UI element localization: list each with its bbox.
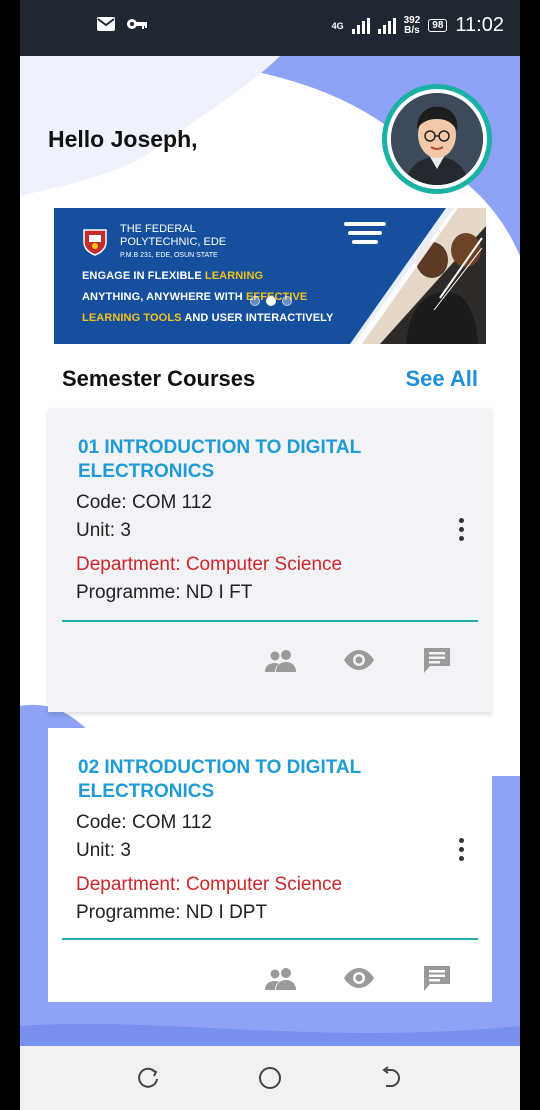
tagline-highlight: LEARNING TOOLS — [82, 312, 182, 324]
eye-icon — [344, 650, 374, 670]
view-button[interactable] — [342, 964, 376, 992]
network-type: 4G — [331, 20, 344, 31]
tagline-text: AND USER INTERACTIVELY — [181, 312, 334, 324]
tagline-text: ENGAGE IN FLEXIBLE — [82, 270, 205, 282]
status-bar: 4G 392 B/s 98 11:02 — [20, 0, 520, 56]
tagline-text: ANYTHING, ANYWHERE WITH — [82, 291, 246, 303]
key-icon — [127, 19, 147, 29]
more-options-icon[interactable] — [456, 838, 466, 866]
course-unit: Unit: 3 — [76, 520, 131, 541]
signal-icon — [351, 17, 370, 34]
course-programme: Programme: ND I FT — [76, 582, 253, 603]
carousel-dot[interactable] — [250, 296, 260, 306]
battery-level: 98 — [432, 20, 444, 31]
course-unit: Unit: 3 — [76, 840, 131, 861]
divider — [62, 938, 478, 940]
signal-icon — [377, 17, 396, 34]
school-name-line2: POLYTECHNIC, EDE — [120, 236, 227, 248]
avatar[interactable] — [382, 84, 492, 194]
recent-apps-icon — [138, 1067, 158, 1088]
course-card[interactable]: 01 INTRODUCTION TO DIGITAL ELECTRONICS C… — [48, 408, 492, 712]
more-options-icon[interactable] — [456, 518, 466, 546]
course-department: Department: Computer Science — [76, 554, 343, 575]
course-code: Code: COM 112 — [76, 492, 212, 513]
search-button[interactable] — [326, 120, 366, 160]
carousel-dot-active[interactable] — [266, 296, 276, 306]
home-button[interactable] — [256, 1064, 284, 1092]
course-code: Code: COM 112 — [76, 812, 212, 833]
avatar-illustration-icon — [391, 93, 483, 185]
comments-button[interactable] — [420, 964, 454, 992]
school-name-line1: THE FEDERAL — [120, 223, 196, 235]
eye-icon — [344, 968, 374, 988]
course-department: Department: Computer Science — [76, 874, 343, 895]
chat-icon — [424, 648, 450, 673]
view-button[interactable] — [342, 646, 376, 674]
back-icon — [382, 1066, 400, 1087]
chat-icon — [424, 966, 450, 991]
people-icon — [265, 650, 296, 672]
search-icon — [332, 126, 361, 155]
network-speed-unit: B/s — [404, 24, 420, 36]
back-button[interactable] — [376, 1064, 404, 1092]
school-name: THE FEDERAL POLYTECHNIC, EDE P.M.B 231, … — [120, 223, 226, 262]
section-title: Semester Courses — [62, 366, 256, 391]
course-title[interactable]: 02 INTRODUCTION TO DIGITAL ELECTRONICS — [78, 756, 438, 804]
people-icon — [265, 968, 296, 990]
clock: 11:02 — [455, 14, 504, 36]
app-screen: Hello Joseph, THE FEDERAL POLYTECHNIC, E… — [20, 56, 520, 1046]
promo-banner[interactable]: THE FEDERAL POLYTECHNIC, EDE P.M.B 231, … — [54, 208, 486, 344]
network-speed: 392 — [403, 14, 421, 26]
phone-frame: 4G 392 B/s 98 11:02 Hello Joseph, THE FE… — [0, 0, 540, 1110]
banner-tagline: ENGAGE IN FLEXIBLE LEARNING ANYTHING, AN… — [82, 266, 333, 329]
course-title[interactable]: 01 INTRODUCTION TO DIGITAL ELECTRONICS — [78, 436, 438, 484]
mail-icon — [97, 17, 115, 31]
battery-icon: 98 — [428, 19, 448, 32]
course-programme: Programme: ND I DPT — [76, 902, 268, 923]
members-button[interactable] — [264, 964, 298, 992]
recent-apps-button[interactable] — [134, 1064, 162, 1092]
course-card[interactable]: 02 INTRODUCTION TO DIGITAL ELECTRONICS C… — [48, 728, 492, 1002]
school-address: P.M.B 231, EDE, OSUN STATE — [120, 252, 218, 259]
carousel-dot[interactable] — [282, 296, 292, 306]
school-crest-icon — [83, 229, 107, 256]
banner-menu-icon — [344, 222, 386, 248]
comments-button[interactable] — [420, 646, 454, 674]
tagline-highlight: LEARNING — [204, 270, 264, 282]
system-nav-bar — [20, 1046, 520, 1110]
greeting-text: Hello Joseph, — [48, 126, 198, 152]
members-button[interactable] — [264, 646, 298, 674]
home-icon — [259, 1067, 281, 1089]
see-all-link[interactable]: See All — [405, 366, 478, 392]
divider — [62, 620, 478, 622]
